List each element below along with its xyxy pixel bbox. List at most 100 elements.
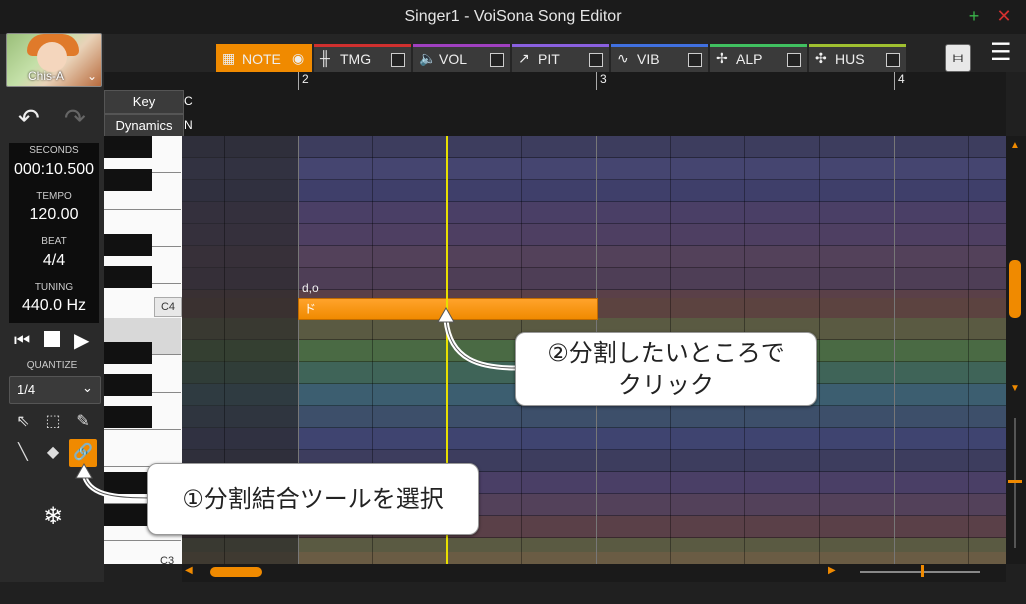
- beat-label: BEAT: [41, 236, 67, 247]
- piano-black-key[interactable]: [104, 266, 152, 288]
- alpha-icon: ✢: [716, 50, 728, 66]
- grid-row: [182, 202, 1006, 224]
- singer-name: Chis-A: [27, 69, 64, 83]
- tab-checkbox[interactable]: [589, 53, 603, 67]
- skip-back-button[interactable]: ⏮: [14, 330, 30, 351]
- arrow-tool-icon[interactable]: ⇖: [10, 409, 36, 435]
- tab-label: VIB: [637, 51, 660, 67]
- grid-row: [182, 552, 1006, 564]
- grid-row: [182, 428, 1006, 450]
- bar-number: 3: [600, 72, 607, 86]
- tab-checkbox[interactable]: [688, 53, 702, 67]
- undo-icon[interactable]: ↶: [18, 103, 40, 134]
- vertical-zoom-handle[interactable]: [1008, 480, 1022, 483]
- tempo-value[interactable]: 120.00: [9, 206, 99, 224]
- tab-tmg[interactable]: ╫ TMG: [314, 44, 411, 73]
- dynamics-value[interactable]: N: [184, 118, 193, 132]
- horizontal-zoom-handle[interactable]: [921, 565, 924, 577]
- callout-step2: ②分割したいところで クリック: [515, 332, 817, 406]
- tab-vol[interactable]: 🔈 VOL: [413, 44, 510, 73]
- scroll-left-icon[interactable]: ◀: [185, 565, 193, 576]
- tuning-value[interactable]: 440.0 Hz: [9, 297, 99, 315]
- tab-checkbox[interactable]: [391, 53, 405, 67]
- tab-label: PIT: [538, 51, 560, 67]
- eraser-tool-icon[interactable]: ◆: [40, 440, 66, 466]
- beat-line: [968, 136, 969, 564]
- vertical-scrollbar[interactable]: [1006, 136, 1026, 564]
- grid-row: [182, 180, 1006, 202]
- callout-step2-line2: クリック: [618, 371, 714, 399]
- piano-black-key[interactable]: [104, 169, 152, 191]
- piano-black-key[interactable]: [104, 234, 152, 256]
- tab-checkbox[interactable]: [787, 53, 801, 67]
- horizontal-scroll-thumb[interactable]: [210, 567, 262, 577]
- mixer-icon[interactable]: ⧦: [945, 44, 971, 72]
- vertical-zoom-track[interactable]: [1014, 418, 1016, 548]
- quantize-label: QUANTIZE: [26, 360, 78, 371]
- scroll-down-icon[interactable]: ▼: [1010, 383, 1020, 394]
- volume-icon: 🔈: [419, 50, 437, 66]
- tempo-label: TEMPO: [36, 191, 72, 202]
- callout-step2-line1: ②分割したいところで: [547, 339, 785, 367]
- redo-icon[interactable]: ↷: [64, 103, 86, 134]
- eye-icon[interactable]: ◉: [292, 50, 304, 67]
- note-lyric[interactable]: ド: [304, 300, 316, 317]
- horizontal-zoom-track[interactable]: [860, 571, 980, 573]
- menu-icon[interactable]: ☰: [990, 38, 1012, 67]
- grid-row: [182, 224, 1006, 246]
- beat-value[interactable]: 4/4: [9, 252, 99, 270]
- piano-roll-icon: ▦: [222, 50, 236, 66]
- tab-label: ALP: [736, 51, 763, 67]
- tab-checkbox[interactable]: [886, 53, 900, 67]
- close-button[interactable]: ✕: [995, 6, 1013, 27]
- status-strip: [0, 582, 1026, 604]
- grid-row: [182, 246, 1006, 268]
- tab-label: NOTE: [242, 51, 281, 67]
- key-header: Key: [104, 90, 184, 114]
- bar-line: [596, 72, 597, 90]
- seconds-label: SECONDS: [29, 145, 79, 156]
- timing-icon: ╫: [320, 50, 330, 66]
- note-phoneme: d,o: [302, 281, 319, 295]
- pencil-tool-icon[interactable]: ✎: [70, 409, 96, 435]
- tab-pit[interactable]: ↗ PIT: [512, 44, 609, 73]
- tab-note[interactable]: ▦ NOTE ◉: [216, 44, 312, 73]
- key-value[interactable]: C: [184, 94, 193, 108]
- quantize-select[interactable]: 1/4 ⌄: [9, 376, 101, 404]
- stop-button[interactable]: [44, 331, 60, 347]
- vertical-scroll-thumb[interactable]: [1009, 260, 1021, 318]
- select-tool-icon[interactable]: ⬚: [40, 409, 66, 435]
- singer-selector[interactable]: Chis-A ⌄: [6, 33, 102, 87]
- scroll-up-icon[interactable]: ▲: [1010, 140, 1020, 151]
- chevron-down-icon: ⌄: [82, 380, 93, 395]
- piano-black-key[interactable]: [104, 342, 152, 364]
- bar-line: [298, 72, 299, 90]
- bar-line: [894, 72, 895, 90]
- snowflake-icon[interactable]: ❄: [40, 502, 66, 531]
- line-tool-icon[interactable]: ╲: [10, 440, 36, 466]
- tuning-label: TUNING: [34, 282, 74, 293]
- vibrato-icon: ∿: [617, 50, 629, 66]
- c4-label: C4: [154, 297, 182, 317]
- piano-black-key[interactable]: [104, 406, 152, 428]
- tab-label: TMG: [340, 51, 372, 67]
- piano-black-key[interactable]: [104, 136, 152, 158]
- tab-hus[interactable]: ✣ HUS: [809, 44, 906, 73]
- pitch-icon: ↗: [518, 50, 530, 66]
- tab-label: HUS: [835, 51, 865, 67]
- horizontal-scrollbar[interactable]: [182, 564, 1006, 582]
- tab-checkbox[interactable]: [490, 53, 504, 67]
- grid-row: [182, 136, 1006, 158]
- grid-row: [182, 406, 1006, 428]
- seconds-value: 000:10.500: [13, 161, 95, 178]
- maximize-button[interactable]: +: [965, 6, 983, 27]
- tab-alp[interactable]: ✢ ALP: [710, 44, 807, 73]
- tab-vib[interactable]: ∿ VIB: [611, 44, 708, 73]
- dynamics-header: Dynamics: [104, 114, 184, 138]
- window-title: Singer1 - VoiSona Song Editor: [404, 8, 622, 25]
- piano-black-key[interactable]: [104, 374, 152, 396]
- scroll-right-icon[interactable]: ▶: [828, 565, 836, 576]
- play-button[interactable]: ▶: [74, 328, 89, 353]
- timeline-ruler[interactable]: [104, 72, 1006, 91]
- avatar: [37, 42, 67, 72]
